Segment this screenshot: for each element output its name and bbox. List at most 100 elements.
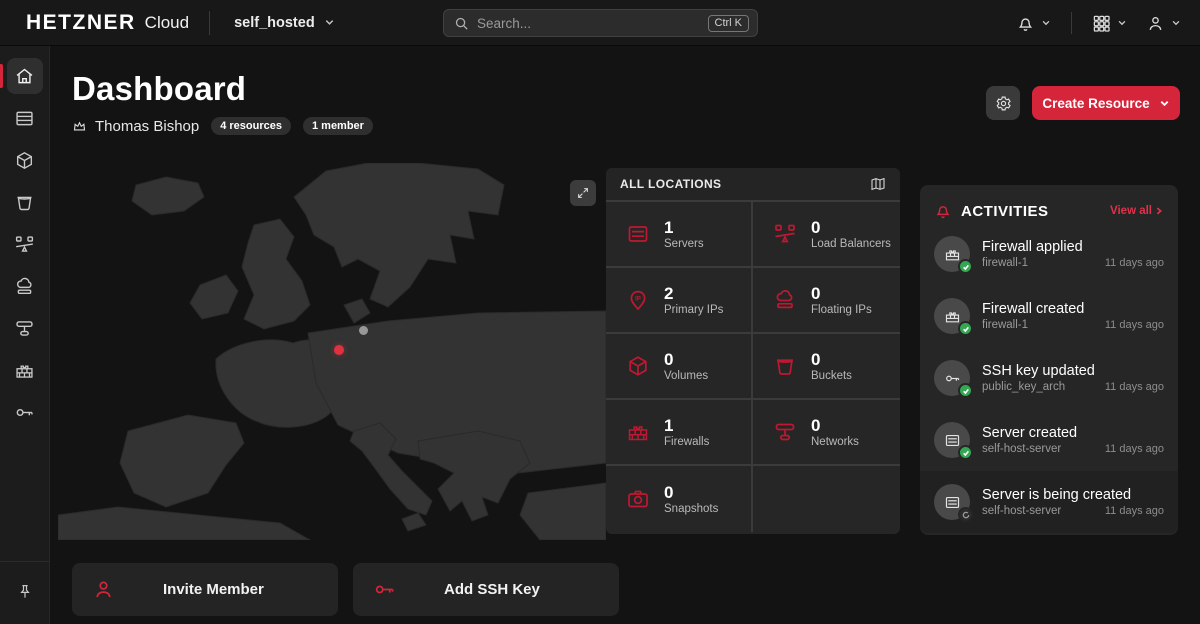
pin-sidebar-button[interactable] <box>7 574 43 610</box>
stat-snapshots[interactable]: 0 Snapshots <box>606 466 753 532</box>
sidebar-item-ssh-keys[interactable] <box>7 394 43 430</box>
stat-value: 0 <box>811 284 872 304</box>
stat-buckets[interactable]: 0 Buckets <box>753 334 900 400</box>
activity-item[interactable]: Firewall created firewall-1 11 days ago <box>934 285 1164 347</box>
pushpin-icon <box>16 583 34 601</box>
members-badge: 1 member <box>303 117 373 135</box>
volume-cube-icon <box>626 354 650 378</box>
stat-value: 0 <box>664 483 718 503</box>
status-pending-badge <box>958 507 973 522</box>
firewall-icon <box>626 420 650 444</box>
stat-load-balancers[interactable]: 0 Load Balancers <box>753 202 900 268</box>
apps-grid-icon <box>1092 14 1111 33</box>
map-expand-button[interactable] <box>570 180 596 206</box>
user-menu[interactable] <box>1141 10 1186 37</box>
activity-time: 11 days ago <box>1105 443 1164 455</box>
bell-icon <box>1016 14 1035 33</box>
stat-volumes[interactable]: 0 Volumes <box>606 334 753 400</box>
activity-text: SSH key updated public_key_arch 11 days … <box>982 363 1164 393</box>
search-shortcut-badge: Ctrl K <box>708 15 750 32</box>
all-locations-header[interactable]: ALL LOCATIONS <box>606 168 900 202</box>
project-switcher[interactable]: self_hosted <box>234 15 335 31</box>
dashboard-settings-button[interactable] <box>986 86 1020 120</box>
status-success-badge <box>958 259 973 274</box>
location-dot[interactable] <box>359 326 368 335</box>
create-resource-label: Create Resource <box>1042 96 1149 111</box>
activity-time: 11 days ago <box>1105 505 1164 517</box>
project-owner-row: Thomas Bishop 4 resources 1 member <box>72 117 373 135</box>
map-icon <box>870 176 886 192</box>
resource-stats-grid: 1 Servers 0 Load Balancers IP 2 Primary … <box>606 202 900 532</box>
check-icon <box>962 325 970 333</box>
sidebar-item-firewalls[interactable] <box>7 352 43 388</box>
stat-primary-ips[interactable]: IP 2 Primary IPs <box>606 268 753 334</box>
all-locations-panel: ALL LOCATIONS 1 Servers 0 Load Balancers… <box>606 168 900 534</box>
stat-label: Floating IPs <box>811 304 872 316</box>
status-success-badge <box>958 383 973 398</box>
activity-avatar <box>934 236 970 272</box>
stat-value: 1 <box>664 218 704 238</box>
sidebar-item-floating-ips[interactable] <box>7 268 43 304</box>
chevron-down-icon <box>324 17 335 28</box>
person-icon <box>92 578 115 601</box>
stat-label: Primary IPs <box>664 304 723 316</box>
gear-icon <box>995 95 1012 112</box>
stat-firewalls[interactable]: 1 Firewalls <box>606 400 753 466</box>
activity-title: Firewall created <box>982 301 1164 317</box>
stat-value: 1 <box>664 416 709 436</box>
search-bar[interactable]: Ctrl K <box>443 9 758 37</box>
activity-title: SSH key updated <box>982 363 1164 379</box>
create-resource-button[interactable]: Create Resource <box>1032 86 1180 120</box>
view-all-label: View all <box>1110 205 1152 217</box>
locations-map[interactable] <box>58 163 606 540</box>
chevron-down-icon <box>1171 18 1181 28</box>
sidebar-item-networks[interactable] <box>7 310 43 346</box>
volume-cube-icon <box>14 150 35 171</box>
sidebar-item-load-balancers[interactable] <box>7 226 43 262</box>
stat-servers[interactable]: 1 Servers <box>606 202 753 268</box>
stat-label: Firewalls <box>664 436 709 448</box>
activity-avatar <box>934 484 970 520</box>
resources-badge: 4 resources <box>211 117 291 135</box>
bell-icon <box>934 202 952 220</box>
project-name: self_hosted <box>234 15 315 31</box>
stat-label: Volumes <box>664 370 708 382</box>
activity-time: 11 days ago <box>1105 319 1164 331</box>
user-icon <box>1146 14 1165 33</box>
view-all-link[interactable]: View all <box>1110 205 1164 217</box>
network-icon <box>14 318 35 339</box>
hetzner-cloud-dashboard: HETZNER Cloud self_hosted Ctrl K <box>0 0 1200 624</box>
key-icon <box>373 578 396 601</box>
stat-value: 0 <box>811 350 852 370</box>
invite-member-button[interactable]: Invite Member <box>72 563 338 616</box>
stat-value: 0 <box>811 416 859 436</box>
sidebar-item-volumes[interactable] <box>7 142 43 178</box>
add-ssh-key-button[interactable]: Add SSH Key <box>353 563 619 616</box>
search-icon <box>454 16 469 31</box>
stat-floating-ips[interactable]: 0 Floating IPs <box>753 268 900 334</box>
activity-item[interactable]: Server created self-host-server 11 days … <box>934 409 1164 471</box>
activity-item[interactable]: SSH key updated public_key_arch 11 days … <box>934 347 1164 409</box>
floating-ip-icon <box>14 276 35 297</box>
bucket-icon <box>773 354 797 378</box>
home-icon <box>14 66 35 87</box>
check-icon <box>962 263 970 271</box>
load-balancer-icon <box>14 234 35 255</box>
activity-item[interactable]: Server is being created self-host-server… <box>920 471 1178 533</box>
topbar-divider <box>209 11 210 35</box>
stat-networks[interactable]: 0 Networks <box>753 400 900 466</box>
activity-resource: public_key_arch <box>982 381 1065 393</box>
search-input[interactable] <box>477 16 700 31</box>
sidebar-item-servers[interactable] <box>7 100 43 136</box>
active-location-dot[interactable] <box>334 345 344 355</box>
activity-avatar <box>934 360 970 396</box>
activity-item[interactable]: Firewall applied firewall-1 11 days ago <box>934 223 1164 285</box>
chevron-down-icon <box>1159 98 1170 109</box>
check-icon <box>962 449 970 457</box>
sidebar-item-buckets[interactable] <box>7 184 43 220</box>
notifications-menu[interactable] <box>1011 10 1056 37</box>
stat-value: 0 <box>811 218 891 238</box>
sidebar-item-dashboard[interactable] <box>7 58 43 94</box>
key-icon <box>14 402 35 423</box>
apps-menu[interactable] <box>1087 10 1132 37</box>
